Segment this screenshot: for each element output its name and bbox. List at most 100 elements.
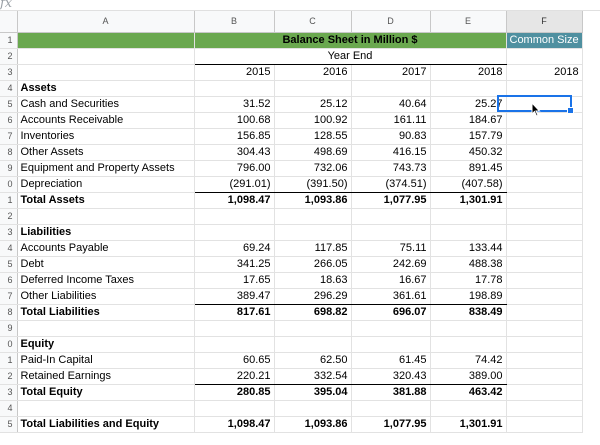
value-cell[interactable]: 463.42 (430, 384, 507, 401)
value-cell[interactable]: 395.04 (274, 384, 352, 401)
value-cell[interactable]: 389.00 (430, 368, 507, 385)
value-cell[interactable]: 100.68 (194, 112, 275, 129)
value-cell[interactable]: 450.32 (430, 144, 507, 161)
common-size-cell[interactable] (506, 256, 583, 273)
value-cell[interactable] (430, 208, 507, 225)
common-size-cell[interactable] (506, 192, 583, 209)
column-header-f[interactable]: F (506, 11, 583, 33)
row-header[interactable]: 1 (0, 352, 18, 369)
row-label[interactable] (17, 320, 195, 337)
row-label[interactable]: Debt (17, 256, 195, 273)
value-cell[interactable] (194, 80, 275, 97)
value-cell[interactable]: 320.43 (351, 368, 431, 385)
value-cell[interactable]: 220.21 (194, 368, 275, 385)
year-header[interactable]: 2015 (194, 64, 275, 81)
value-cell[interactable]: 1,093.86 (274, 192, 352, 209)
common-size-cell[interactable] (506, 416, 583, 433)
year-header[interactable]: 2018 (430, 64, 507, 81)
value-cell[interactable]: 25.27 (430, 96, 507, 113)
formula-bar[interactable]: fx (0, 0, 600, 11)
value-cell[interactable]: 1,301.91 (430, 192, 507, 209)
row-label[interactable]: Total Liabilities and Equity (17, 416, 195, 433)
row-header[interactable]: 8 (0, 144, 18, 161)
value-cell[interactable]: 74.42 (430, 352, 507, 369)
common-size-cell[interactable] (506, 144, 583, 161)
common-size-cell[interactable] (506, 288, 583, 305)
value-cell[interactable]: (291.01) (194, 176, 275, 193)
value-cell[interactable]: 242.69 (351, 256, 431, 273)
fill-handle[interactable] (567, 107, 574, 114)
value-cell[interactable] (351, 80, 431, 97)
value-cell[interactable]: 381.88 (351, 384, 431, 401)
common-size-cell[interactable] (506, 160, 583, 177)
row-header[interactable]: 5 (0, 256, 18, 273)
row-header[interactable]: 5 (0, 96, 18, 113)
value-cell[interactable]: 817.61 (194, 304, 275, 321)
select-all-corner[interactable] (0, 11, 18, 33)
row-label[interactable]: Equity (17, 336, 195, 353)
value-cell[interactable]: 16.67 (351, 272, 431, 289)
value-cell[interactable]: 40.64 (351, 96, 431, 113)
common-size-cell[interactable] (506, 128, 583, 145)
row-label[interactable]: Liabilities (17, 224, 195, 241)
value-cell[interactable]: 1,098.47 (194, 192, 275, 209)
row-header[interactable]: 1 (0, 192, 18, 209)
row-header[interactable]: 2 (0, 48, 18, 65)
value-cell[interactable] (274, 336, 352, 353)
value-cell[interactable]: 498.69 (274, 144, 352, 161)
value-cell[interactable]: 90.83 (351, 128, 431, 145)
row-header[interactable]: 4 (0, 80, 18, 97)
row-label[interactable]: Retained Earnings (17, 368, 195, 385)
value-cell[interactable] (351, 320, 431, 337)
common-size-cell[interactable] (506, 368, 583, 385)
value-cell[interactable] (351, 336, 431, 353)
value-cell[interactable]: 198.89 (430, 288, 507, 305)
common-size-cell[interactable] (506, 336, 583, 353)
common-size-cell[interactable] (506, 240, 583, 257)
value-cell[interactable] (194, 400, 275, 417)
value-cell[interactable]: 796.00 (194, 160, 275, 177)
row-header[interactable]: 6 (0, 112, 18, 129)
row-label[interactable]: Other Liabilities (17, 288, 195, 305)
row-label[interactable]: Total Liabilities (17, 304, 195, 321)
row-header[interactable]: 0 (0, 176, 18, 193)
value-cell[interactable]: 100.92 (274, 112, 352, 129)
value-cell[interactable]: 416.15 (351, 144, 431, 161)
cell[interactable] (506, 48, 583, 65)
row-header[interactable]: 7 (0, 288, 18, 305)
row-label[interactable]: Accounts Payable (17, 240, 195, 257)
value-cell[interactable]: 488.38 (430, 256, 507, 273)
value-cell[interactable] (194, 336, 275, 353)
sheet-title[interactable]: Balance Sheet in Million $ (194, 32, 507, 49)
value-cell[interactable]: 184.67 (430, 112, 507, 129)
common-size-cell[interactable] (506, 112, 583, 129)
common-size-cell[interactable] (506, 80, 583, 97)
value-cell[interactable] (274, 400, 352, 417)
common-size-cell[interactable] (506, 272, 583, 289)
value-cell[interactable] (274, 320, 352, 337)
value-cell[interactable]: 1,301.91 (430, 416, 507, 433)
value-cell[interactable]: 1,093.86 (274, 416, 352, 433)
row-header[interactable]: 9 (0, 160, 18, 177)
value-cell[interactable]: 304.43 (194, 144, 275, 161)
value-cell[interactable]: 698.82 (274, 304, 352, 321)
row-label[interactable]: Other Assets (17, 144, 195, 161)
value-cell[interactable]: 838.49 (430, 304, 507, 321)
value-cell[interactable]: 161.11 (351, 112, 431, 129)
value-cell[interactable]: 891.45 (430, 160, 507, 177)
column-header-a[interactable]: A (17, 11, 195, 33)
value-cell[interactable] (430, 400, 507, 417)
row-label[interactable]: Total Assets (17, 192, 195, 209)
row-header[interactable]: 7 (0, 128, 18, 145)
common-size-cell[interactable] (506, 176, 583, 193)
common-size-header[interactable]: Common Size (506, 32, 583, 49)
year-header[interactable]: 2018 (506, 64, 583, 81)
row-header[interactable]: 3 (0, 224, 18, 241)
row-header[interactable]: 5 (0, 416, 18, 433)
value-cell[interactable]: 25.12 (274, 96, 352, 113)
common-size-cell[interactable] (506, 400, 583, 417)
row-header[interactable]: 1 (0, 32, 18, 49)
value-cell[interactable] (351, 224, 431, 241)
value-cell[interactable]: 1,077.95 (351, 416, 431, 433)
row-label[interactable]: Equipment and Property Assets (17, 160, 195, 177)
